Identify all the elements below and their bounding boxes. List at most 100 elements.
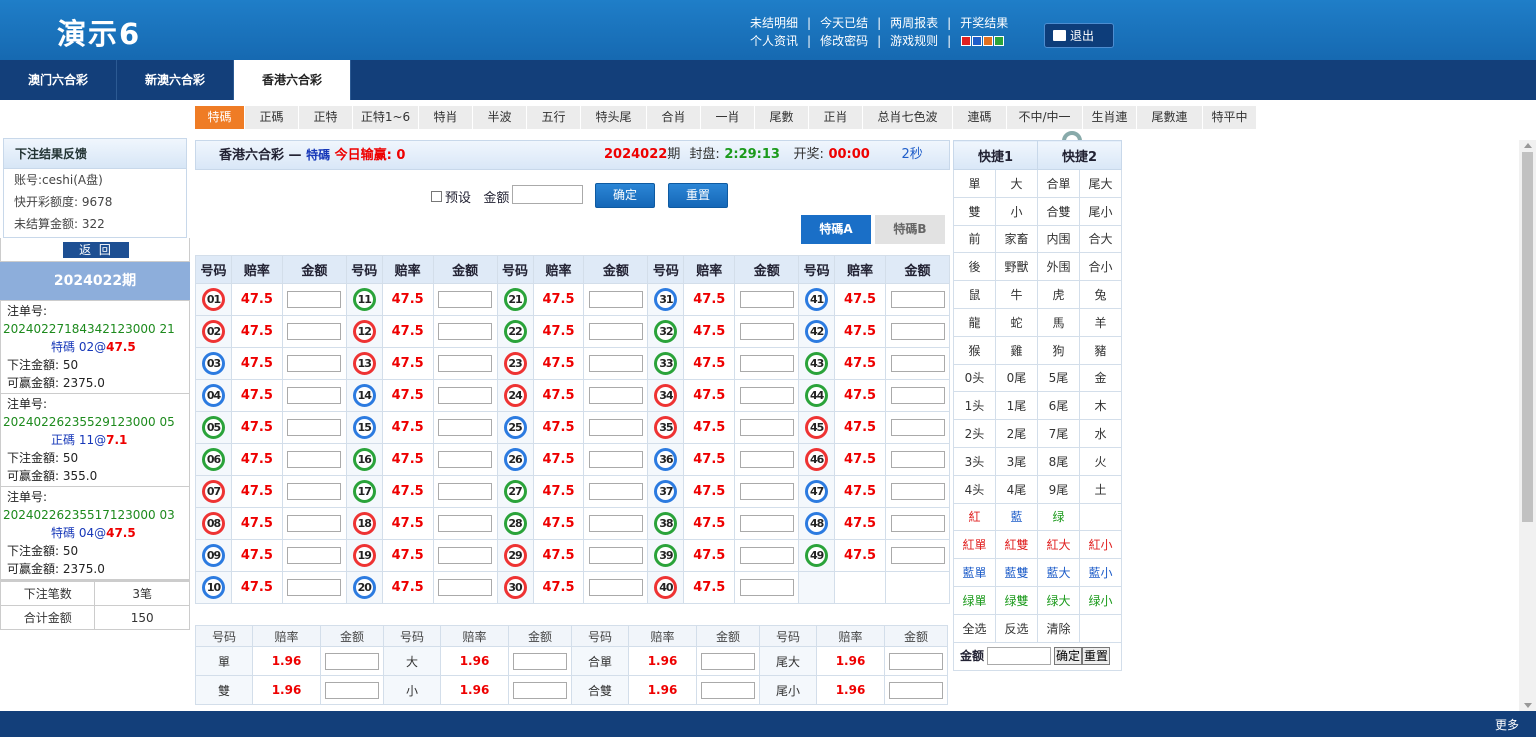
quick-option[interactable]: 3尾: [995, 446, 1038, 476]
quick-option[interactable]: 土: [1079, 474, 1122, 504]
quick-option[interactable]: 木: [1079, 391, 1122, 421]
quick-option[interactable]: 1头: [953, 391, 996, 421]
theme-color-swatch[interactable]: [983, 36, 994, 46]
quick-option[interactable]: 猴: [953, 335, 996, 365]
quick-option[interactable]: 5尾: [1037, 363, 1080, 393]
quick-option[interactable]: 牛: [995, 280, 1038, 309]
quick-option[interactable]: 紅雙: [995, 530, 1038, 560]
quick-option[interactable]: 後: [953, 252, 996, 282]
bet-type-tab[interactable]: 五行: [527, 106, 581, 129]
quick-option[interactable]: 8尾: [1037, 446, 1080, 476]
quick-tab[interactable]: 快捷1: [953, 140, 1038, 170]
quick-option[interactable]: 小: [995, 196, 1038, 226]
theme-color-swatch[interactable]: [994, 36, 1005, 46]
bet-amount-input[interactable]: [739, 451, 794, 468]
quick-option[interactable]: 清除: [1037, 613, 1080, 643]
confirm-button[interactable]: 确定: [595, 183, 655, 208]
quick-option[interactable]: 羊: [1079, 307, 1122, 337]
bet-amount-input[interactable]: [325, 652, 379, 670]
quick-option[interactable]: 單: [953, 169, 996, 198]
bet-amount-input[interactable]: [438, 483, 493, 500]
quick-option[interactable]: 家畜: [995, 224, 1038, 254]
bet-amount-input[interactable]: [438, 323, 493, 340]
quick-option[interactable]: 3头: [953, 446, 996, 476]
quick-option[interactable]: 尾大: [1079, 169, 1122, 198]
quick-option[interactable]: 紅小: [1079, 530, 1122, 560]
logout-button[interactable]: 退出: [1044, 23, 1114, 48]
top-link[interactable]: 个人资讯: [750, 34, 798, 48]
scroll-down-icon[interactable]: [1524, 703, 1532, 708]
bet-amount-input[interactable]: [287, 579, 342, 596]
quick-option[interactable]: 狗: [1037, 335, 1080, 365]
bet-amount-input[interactable]: [588, 451, 643, 468]
bet-amount-input[interactable]: [739, 387, 794, 404]
quick-confirm-button[interactable]: 确定: [1054, 647, 1083, 666]
bet-amount-input[interactable]: [588, 579, 643, 596]
scroll-thumb[interactable]: [1522, 152, 1533, 522]
top-link[interactable]: 修改密码: [820, 34, 868, 48]
bet-amount-input[interactable]: [287, 515, 342, 532]
quick-option[interactable]: 绿: [1037, 502, 1080, 532]
quick-option[interactable]: 4头: [953, 474, 996, 504]
nav-tab[interactable]: 香港六合彩: [234, 60, 351, 100]
nav-tab[interactable]: 澳门六合彩: [0, 60, 117, 100]
refresh-timer[interactable]: 2秒: [902, 147, 923, 162]
bet-type-tab[interactable]: 合肖: [647, 106, 701, 129]
nav-tab[interactable]: 新澳六合彩: [117, 60, 234, 100]
quick-option[interactable]: 0尾: [995, 363, 1038, 393]
bet-type-tab[interactable]: 不中/中一: [1007, 106, 1083, 129]
tab-tema-b[interactable]: 特碼B: [875, 215, 945, 244]
quick-option[interactable]: 绿大: [1037, 585, 1080, 615]
quick-option[interactable]: 金: [1079, 363, 1122, 393]
quick-reset-button[interactable]: 重置: [1082, 647, 1111, 666]
theme-color-swatch[interactable]: [961, 36, 972, 46]
quick-option[interactable]: 9尾: [1037, 474, 1080, 504]
quick-option[interactable]: 全选: [953, 613, 996, 643]
bet-amount-input[interactable]: [739, 355, 794, 372]
bet-amount-input[interactable]: [438, 387, 493, 404]
bet-amount-input[interactable]: [438, 419, 493, 436]
bet-amount-input[interactable]: [513, 652, 567, 670]
quick-option[interactable]: 2尾: [995, 419, 1038, 448]
bet-type-tab[interactable]: 半波: [473, 106, 527, 129]
bet-amount-input[interactable]: [890, 483, 945, 500]
quick-option[interactable]: 合大: [1079, 224, 1122, 254]
bet-amount-input[interactable]: [739, 579, 794, 596]
quick-option[interactable]: 紅: [953, 502, 996, 532]
bet-amount-input[interactable]: [739, 547, 794, 564]
amount-input[interactable]: [512, 185, 583, 204]
quick-option[interactable]: 绿雙: [995, 585, 1038, 615]
quick-option[interactable]: 豬: [1079, 335, 1122, 365]
quick-option[interactable]: 野獸: [995, 252, 1038, 282]
quick-option[interactable]: 尾小: [1079, 196, 1122, 226]
bet-amount-input[interactable]: [890, 451, 945, 468]
bet-amount-input[interactable]: [701, 681, 755, 699]
bet-type-tab[interactable]: 一肖: [701, 106, 755, 129]
top-link[interactable]: 两周报表: [890, 16, 938, 30]
preset-checkbox[interactable]: [431, 191, 442, 202]
bet-type-tab[interactable]: 特平中: [1203, 106, 1257, 129]
bet-amount-input[interactable]: [287, 387, 342, 404]
bet-type-tab[interactable]: 特肖: [419, 106, 473, 129]
bet-type-tab[interactable]: 正碼: [245, 106, 299, 129]
bet-amount-input[interactable]: [287, 291, 342, 308]
bet-amount-input[interactable]: [588, 419, 643, 436]
bet-amount-input[interactable]: [588, 355, 643, 372]
quick-option[interactable]: 1尾: [995, 391, 1038, 421]
top-link[interactable]: 今天已结: [820, 16, 868, 30]
bet-amount-input[interactable]: [513, 681, 567, 699]
bet-amount-input[interactable]: [438, 579, 493, 596]
bet-type-tab[interactable]: 正特1~6: [353, 106, 419, 129]
quick-option[interactable]: 雞: [995, 335, 1038, 365]
bet-amount-input[interactable]: [438, 291, 493, 308]
bet-amount-input[interactable]: [438, 547, 493, 564]
quick-option[interactable]: 龍: [953, 307, 996, 337]
scroll-up-icon[interactable]: [1524, 143, 1532, 148]
bet-type-tab[interactable]: 尾數: [755, 106, 809, 129]
bet-amount-input[interactable]: [890, 355, 945, 372]
bet-type-tab[interactable]: 尾數連: [1137, 106, 1203, 129]
bet-amount-input[interactable]: [588, 387, 643, 404]
quick-option[interactable]: 雙: [953, 196, 996, 226]
tab-tema-a[interactable]: 特碼A: [801, 215, 871, 244]
bet-amount-input[interactable]: [739, 419, 794, 436]
